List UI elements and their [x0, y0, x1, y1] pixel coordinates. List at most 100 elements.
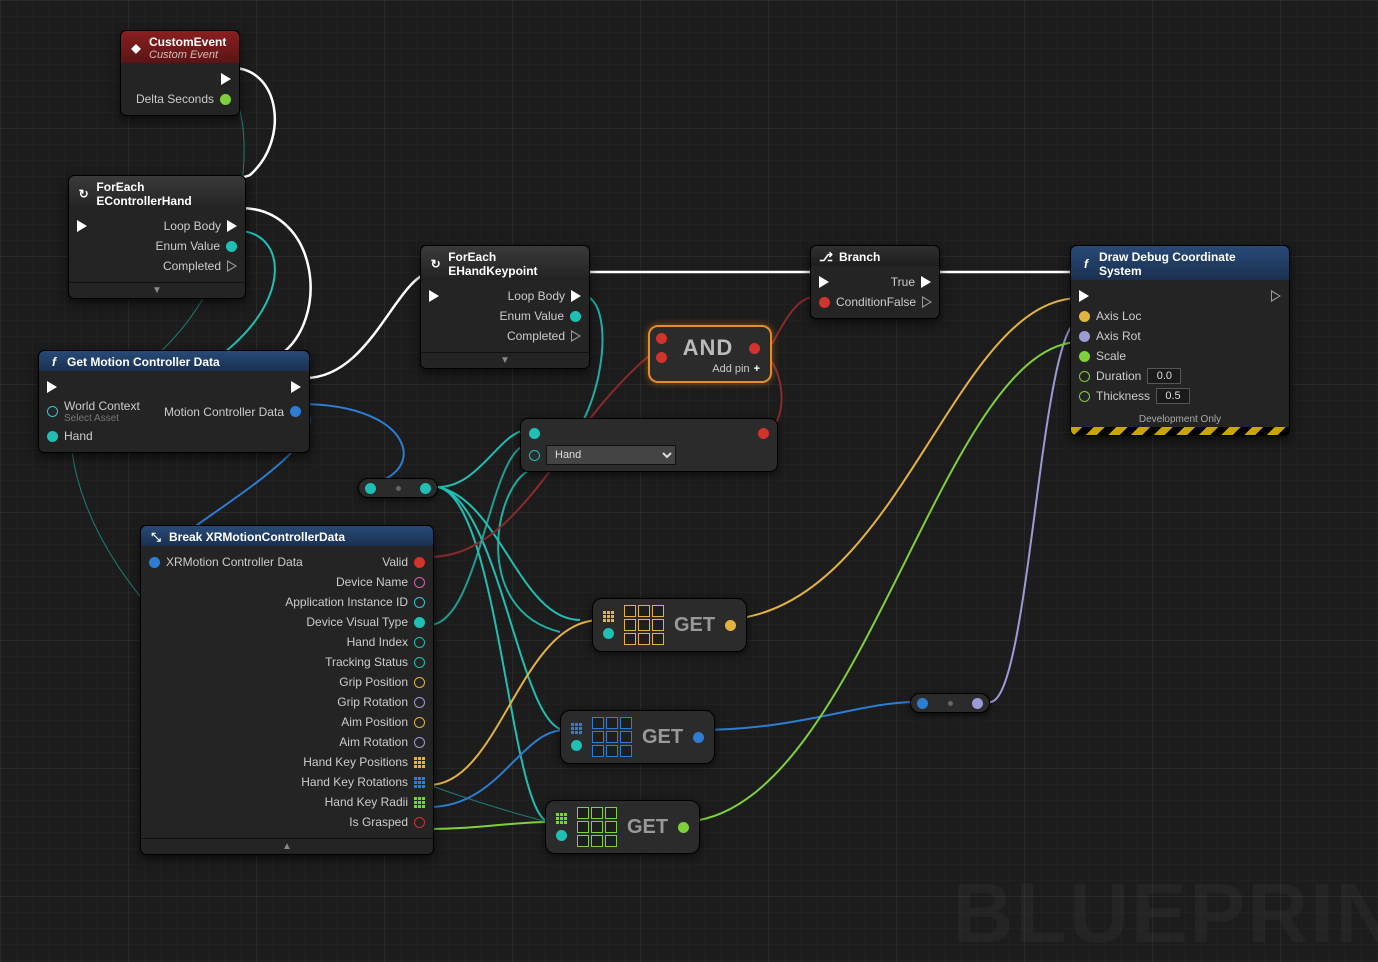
enum-a-pin[interactable] [529, 428, 540, 439]
aim-position-pin[interactable]: Aim Position [341, 715, 425, 729]
device-visual-type-pin[interactable]: Device Visual Type [306, 615, 425, 629]
app-instance-id-pin[interactable]: Application Instance ID [285, 595, 425, 609]
node-title: Break XRMotionControllerData [169, 530, 345, 544]
hand-key-radii-pin[interactable]: Hand Key Radii [325, 795, 425, 809]
delta-seconds-pin[interactable]: Delta Seconds [136, 92, 231, 106]
node-and[interactable]: AND Add pin+ [648, 325, 772, 383]
reroute-in-pin[interactable] [917, 698, 928, 709]
exec-in-pin[interactable] [1079, 290, 1089, 302]
exec-out-pin[interactable] [1271, 290, 1281, 302]
reroute-node[interactable] [358, 478, 438, 498]
thickness-pin[interactable]: Thickness [1079, 388, 1190, 404]
exec-out-pin[interactable] [291, 381, 301, 393]
node-get-motion-controller-data[interactable]: fGet Motion Controller Data World Contex… [38, 350, 310, 453]
duration-pin[interactable]: Duration [1079, 368, 1181, 384]
node-title: CustomEvent [149, 35, 226, 49]
grip-rotation-pin[interactable]: Grip Rotation [337, 695, 425, 709]
hand-key-positions-pin[interactable]: Hand Key Positions [303, 755, 425, 769]
reroute-in-pin[interactable] [365, 483, 376, 494]
duration-input[interactable] [1147, 368, 1181, 384]
node-equal-enum[interactable]: Hand [520, 418, 778, 472]
index-pin[interactable] [571, 740, 582, 751]
false-pin[interactable]: False [887, 295, 932, 309]
node-title: Branch [839, 250, 880, 264]
expand-toggle[interactable]: ▼ [421, 352, 589, 368]
node-title: ForEach EHandKeypoint [448, 250, 581, 278]
node-title: Draw Debug Coordinate System [1099, 250, 1281, 278]
reroute-out-pin[interactable] [972, 698, 983, 709]
bool-out-pin[interactable] [758, 428, 769, 439]
axis-loc-pin[interactable]: Axis Loc [1079, 309, 1141, 323]
node-array-get-positions[interactable]: GET [592, 598, 747, 652]
get-label: GET [627, 816, 668, 839]
item-out-pin[interactable] [725, 620, 736, 631]
true-pin[interactable]: True [891, 275, 931, 289]
hand-key-rotations-pin[interactable]: Hand Key Rotations [301, 775, 425, 789]
and-input-pin[interactable] [656, 352, 667, 363]
hand-pin[interactable]: Hand [47, 429, 93, 443]
node-draw-debug-coord[interactable]: f Draw Debug Coordinate System Axis Loc A… [1070, 245, 1290, 436]
hand-index-pin[interactable]: Hand Index [347, 635, 425, 649]
item-out-pin[interactable] [693, 732, 704, 743]
scale-pin[interactable]: Scale [1079, 349, 1126, 363]
node-array-get-radii[interactable]: GET [545, 800, 700, 854]
loop-icon: ↻ [429, 257, 442, 271]
expand-toggle[interactable]: ▼ [69, 282, 245, 298]
get-label: GET [642, 726, 683, 749]
axis-rot-pin[interactable]: Axis Rot [1079, 329, 1141, 343]
completed-pin[interactable]: Completed [163, 259, 237, 273]
enum-b-pin[interactable]: Hand [529, 445, 676, 465]
loop-body-pin[interactable]: Loop Body [508, 289, 581, 303]
thickness-input[interactable] [1156, 388, 1190, 404]
node-custom-event[interactable]: ◆ CustomEvent Custom Event Delta Seconds [120, 30, 240, 116]
aim-rotation-pin[interactable]: Aim Rotation [339, 735, 425, 749]
loop-body-pin[interactable]: Loop Body [164, 219, 237, 233]
function-icon: f [47, 355, 61, 369]
index-pin[interactable] [603, 628, 614, 639]
motion-controller-data-pin[interactable]: Motion Controller Data [164, 405, 301, 419]
node-array-get-rotations[interactable]: GET [560, 710, 715, 764]
struct-in-pin[interactable]: XRMotion Controller Data [149, 555, 303, 569]
condition-pin[interactable]: Condition [819, 295, 887, 309]
device-name-pin[interactable]: Device Name [336, 575, 425, 589]
item-out-pin[interactable] [678, 822, 689, 833]
node-title: ForEach EControllerHand [96, 180, 237, 208]
node-branch[interactable]: ⎇Branch True Condition False [810, 245, 940, 319]
node-foreach-controllerhand[interactable]: ↻ ForEach EControllerHand Loop Body Enum … [68, 175, 246, 299]
completed-pin[interactable]: Completed [507, 329, 581, 343]
function-icon: f [1079, 257, 1093, 271]
caution-stripe [1071, 427, 1289, 435]
dot-icon [396, 486, 401, 491]
array-in-pin[interactable] [571, 723, 582, 734]
index-pin[interactable] [556, 830, 567, 841]
exec-in-pin[interactable] [819, 276, 829, 288]
add-pin-button[interactable]: Add pin+ [656, 363, 760, 375]
loop-icon: ↻ [77, 187, 90, 201]
and-label: AND [683, 335, 734, 361]
valid-pin[interactable]: Valid [382, 555, 425, 569]
enum-value-pin[interactable]: Enum Value [156, 239, 237, 253]
node-break-xrmotioncontrollerdata[interactable]: ⤡Break XRMotionControllerData XRMotion C… [140, 525, 434, 855]
enum-select[interactable]: Hand [546, 445, 676, 465]
collapse-toggle[interactable]: ▲ [141, 838, 433, 854]
world-context-pin[interactable]: World Context Select Asset [47, 399, 140, 424]
array-in-pin[interactable] [603, 611, 614, 622]
array-in-pin[interactable] [556, 813, 567, 824]
enum-value-pin[interactable]: Enum Value [500, 309, 581, 323]
exec-out-pin[interactable] [221, 73, 231, 85]
reroute-node[interactable] [910, 693, 990, 713]
is-grasped-pin[interactable]: Is Grasped [349, 815, 425, 829]
exec-in-pin[interactable] [77, 220, 87, 232]
dot-icon [948, 701, 953, 706]
and-output-pin[interactable] [749, 343, 760, 354]
and-input-pin[interactable] [656, 333, 667, 344]
get-label: GET [674, 614, 715, 637]
reroute-out-pin[interactable] [420, 483, 431, 494]
tracking-status-pin[interactable]: Tracking Status [325, 655, 425, 669]
exec-in-pin[interactable] [429, 290, 439, 302]
exec-in-pin[interactable] [47, 381, 57, 393]
grip-position-pin[interactable]: Grip Position [339, 675, 425, 689]
dev-only-label: Development Only [1071, 412, 1289, 427]
node-foreach-handkeypoint[interactable]: ↻ ForEach EHandKeypoint Loop Body Enum Va… [420, 245, 590, 369]
watermark: BLUEPRIN [953, 865, 1378, 962]
